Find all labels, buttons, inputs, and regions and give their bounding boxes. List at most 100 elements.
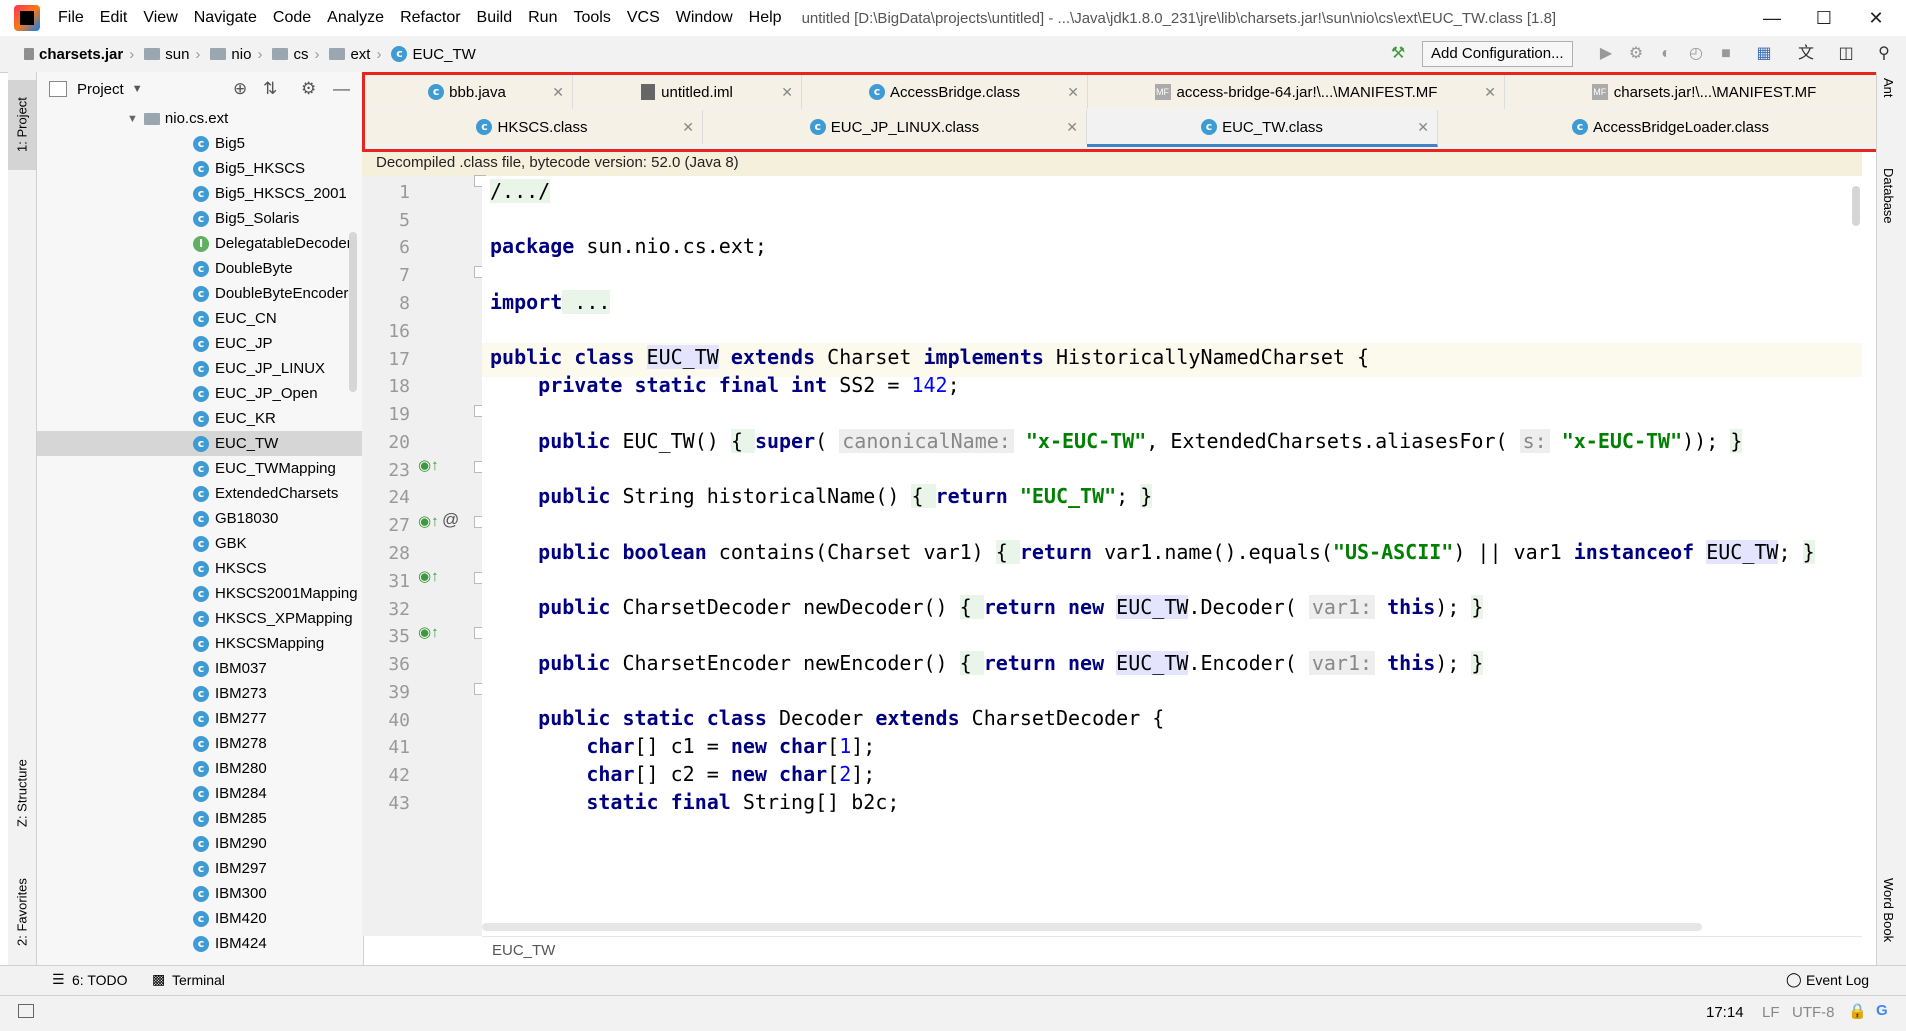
run-icon[interactable]: ▶ (1596, 44, 1616, 64)
google-icon[interactable]: G (1876, 1002, 1888, 1019)
breadcrumb-jar[interactable]: charsets.jar › (24, 46, 134, 63)
gear-icon[interactable]: ⚙ (301, 79, 316, 99)
project-tool-tab[interactable]: 1: Project (8, 80, 36, 170)
tree-item[interactable]: c EUC_JP_Open (37, 381, 363, 406)
breadcrumb-sun[interactable]: sun › (144, 46, 200, 63)
presentation-icon[interactable]: ◫ (1836, 44, 1856, 64)
tree-item[interactable]: c Big5_HKSCS (37, 156, 363, 181)
tree-item[interactable]: c GB18030 (37, 506, 363, 531)
translate-icon[interactable]: 文 (1796, 44, 1816, 64)
minimize-icon[interactable]: — (1746, 0, 1798, 36)
editor-breadcrumb[interactable]: EUC_TW (482, 936, 1862, 964)
tree-scrollbar[interactable] (349, 232, 357, 392)
tree-item[interactable]: c HKSCS_XPMapping (37, 606, 363, 631)
horizontal-scrollbar[interactable] (482, 923, 1702, 931)
tree-item[interactable]: c IBM420 (37, 906, 363, 931)
tree-item[interactable]: c HKSCS (37, 556, 363, 581)
locate-icon[interactable]: ⊕ (233, 79, 247, 99)
tree-item[interactable]: c IBM297 (37, 856, 363, 881)
tree-item[interactable]: c IBM273 (37, 681, 363, 706)
tree-item[interactable]: c IBM285 (37, 806, 363, 831)
implements-marker-icon[interactable]: ◉↑ (418, 567, 439, 585)
collapse-icon[interactable]: ⇅ (263, 79, 277, 99)
toggle-tool-windows-icon[interactable] (18, 1004, 34, 1018)
menu-file[interactable]: File (50, 9, 92, 27)
tree-package-row[interactable]: ▼ nio.cs.ext (37, 106, 363, 131)
tree-item[interactable]: c IBM284 (37, 781, 363, 806)
tree-item[interactable]: c EUC_KR (37, 406, 363, 431)
menu-tools[interactable]: Tools (565, 9, 618, 27)
debug-icon[interactable]: ⚙ (1626, 44, 1646, 64)
menu-refactor[interactable]: Refactor (392, 9, 468, 27)
close-icon[interactable]: ✕ (1850, 0, 1902, 36)
event-log-tool-tab[interactable]: Event Log (1806, 972, 1869, 988)
tree-item[interactable]: c EUC_JP (37, 331, 363, 356)
tree-item[interactable]: c IBM037 (37, 656, 363, 681)
add-configuration-button[interactable]: Add Configuration... (1422, 41, 1573, 67)
tree-item[interactable]: c DoubleByte (37, 256, 363, 281)
project-structure-icon[interactable]: ▦ (1754, 44, 1774, 64)
menu-window[interactable]: Window (668, 9, 741, 27)
tree-item[interactable]: c IBM290 (37, 831, 363, 856)
tree-item[interactable]: c Big5 (37, 131, 363, 156)
implements-marker-icon[interactable]: ◉↑ (418, 623, 439, 641)
stop-icon[interactable]: ■ (1716, 44, 1736, 64)
favorites-tool-tab[interactable]: 2: Favorites (8, 862, 36, 962)
tree-item[interactable]: c EUC_TW (37, 431, 363, 456)
tree-item[interactable]: c EUC_TWMapping (37, 456, 363, 481)
breadcrumb-class[interactable]: c EUC_TW (391, 46, 476, 63)
menu-build[interactable]: Build (469, 9, 521, 27)
breadcrumb-nio[interactable]: nio › (210, 46, 262, 63)
implements-marker-icon[interactable]: ◉↑ (418, 512, 439, 530)
tree-item[interactable]: c IBM300 (37, 881, 363, 906)
chevron-down-icon[interactable]: ▼ (132, 83, 143, 95)
coverage-icon[interactable]: ◐ (1656, 44, 1676, 64)
menu-vcs[interactable]: VCS (619, 9, 668, 27)
tree-item[interactable]: c ExtendedCharsets (37, 481, 363, 506)
tree-item[interactable]: c HKSCSMapping (37, 631, 363, 656)
vertical-scrollbar[interactable] (1852, 186, 1860, 226)
code-editor[interactable]: /.../ package sun.nio.cs.ext; import ...… (482, 176, 1862, 936)
project-view-selector[interactable]: Project (77, 81, 124, 98)
search-icon[interactable]: ⚲ (1874, 44, 1894, 64)
menu-analyze[interactable]: Analyze (319, 9, 392, 27)
file-encoding[interactable]: UTF-8 (1792, 1004, 1835, 1021)
tree-item[interactable]: c Big5_Solaris (37, 206, 363, 231)
database-tool-tab[interactable]: Database (1881, 168, 1896, 224)
tree-item[interactable]: c IBM424 (37, 931, 363, 956)
line-separator[interactable]: LF (1762, 1004, 1780, 1021)
lock-icon[interactable]: 🔒 (1848, 1002, 1867, 1020)
tree-item[interactable]: c DoubleByteEncoder (37, 281, 363, 306)
ant-tool-tab[interactable]: Ant (1881, 78, 1896, 98)
tree-item[interactable]: c IBM277 (37, 706, 363, 731)
expand-arrow-icon[interactable]: ▼ (127, 113, 138, 125)
menu-navigate[interactable]: Navigate (186, 9, 265, 27)
menu-view[interactable]: View (135, 9, 185, 27)
todo-tool-tab[interactable]: 6: TODO (72, 972, 128, 988)
wordbook-tool-tab[interactable]: Word Book (1881, 878, 1896, 942)
menu-edit[interactable]: Edit (92, 9, 136, 27)
tree-item[interactable]: c HKSCS2001Mapping (37, 581, 363, 606)
tree-item[interactable]: c GBK (37, 531, 363, 556)
maximize-icon[interactable]: ☐ (1798, 0, 1850, 36)
tree-item[interactable]: I DelegatableDecoder (37, 231, 363, 256)
profile-icon[interactable]: ◴ (1686, 44, 1706, 64)
breadcrumb-ext[interactable]: ext › (329, 46, 381, 63)
tree-item[interactable]: c IBM278 (37, 731, 363, 756)
implements-marker-icon[interactable]: ◉↑ (418, 456, 439, 474)
hide-panel-icon[interactable]: — (333, 79, 350, 99)
menu-help[interactable]: Help (741, 9, 790, 27)
caret-position[interactable]: 17:14 (1706, 1004, 1744, 1021)
tree-item-label: IBM278 (215, 735, 267, 752)
tree-item[interactable]: c Big5_HKSCS_2001 (37, 181, 363, 206)
menu-run[interactable]: Run (520, 9, 565, 27)
tree-item[interactable]: c EUC_CN (37, 306, 363, 331)
breadcrumb-cs[interactable]: cs › (272, 46, 319, 63)
structure-tool-tab[interactable]: Z: Structure (8, 738, 36, 848)
tree-item[interactable]: c EUC_JP_LINUX (37, 356, 363, 381)
tree-item[interactable]: c IBM280 (37, 756, 363, 781)
class-icon: c (193, 610, 209, 627)
build-hammer-icon[interactable]: ⚒ (1388, 44, 1408, 64)
menu-code[interactable]: Code (265, 9, 319, 27)
terminal-tool-tab[interactable]: Terminal (172, 972, 225, 988)
